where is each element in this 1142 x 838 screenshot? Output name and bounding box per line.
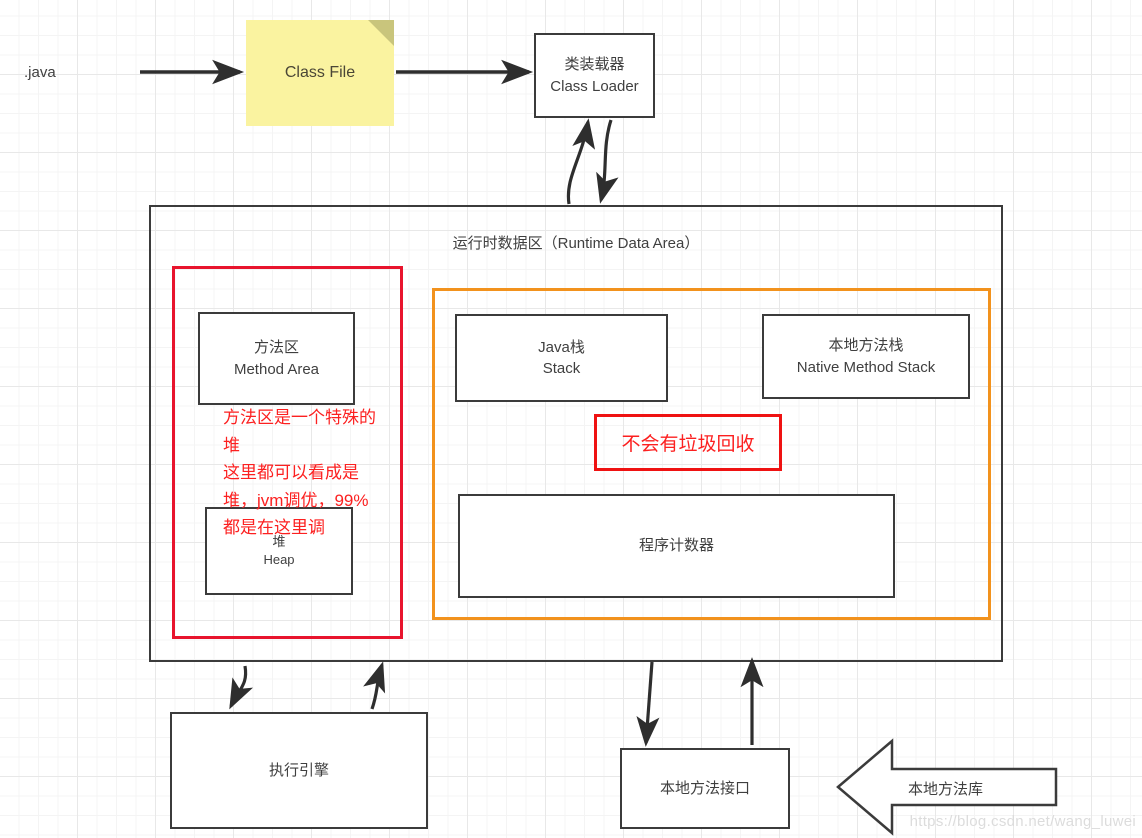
arrow-runtime-to-native-interface — [636, 661, 660, 747]
note-fold-corner-icon — [368, 20, 394, 46]
arrow-runtime-to-class-loader — [566, 118, 596, 205]
native-method-interface-box: 本地方法接口 — [620, 748, 790, 829]
class-loader-label-cn: 类装载器 — [564, 56, 625, 74]
arrow-class-loader-to-runtime — [596, 119, 619, 204]
red-annotation-line-3: 这里都可以看成是 — [223, 463, 359, 483]
class-loader-box: 类装载器 Class Loader — [534, 33, 655, 118]
method-area-box: 方法区 Method Area — [198, 312, 355, 405]
method-area-label-cn: 方法区 — [253, 339, 299, 357]
no-gc-note-label: 不会有垃圾回收 — [621, 434, 755, 455]
native-method-stack-label-cn: 本地方法栈 — [828, 337, 904, 355]
execution-engine-box: 执行引擎 — [170, 712, 428, 829]
native-library-label-cn: 本地方法库 — [908, 781, 984, 798]
program-counter-box: 程序计数器 — [458, 494, 895, 598]
red-annotation-line-2: 堆 — [223, 435, 240, 455]
java-source-label: .java — [24, 64, 56, 81]
class-file-note: Class File — [246, 20, 394, 126]
java-stack-box: Java栈 Stack — [455, 314, 668, 402]
no-gc-red-note: 不会有垃圾回收 — [594, 414, 782, 471]
arrow-runtime-to-execution-engine — [229, 665, 254, 710]
java-stack-label-en: Stack — [542, 360, 581, 377]
method-area-red-annotation: 方法区是一个特殊的 堆 这里都可以看成是 堆，jvm调优，99% 都是在这里调 — [223, 404, 403, 542]
native-method-stack-box: 本地方法栈 Native Method Stack — [762, 314, 970, 399]
execution-engine-label-cn: 执行引擎 — [268, 761, 329, 779]
watermark-text: https://blog.csdn.net/wang_luwei — [909, 813, 1136, 830]
class-file-label: Class File — [284, 63, 356, 81]
program-counter-label-cn: 程序计数器 — [638, 537, 714, 555]
native-method-interface-label-cn: 本地方法接口 — [659, 779, 750, 797]
heap-label-en: Heap — [263, 552, 295, 567]
jvm-architecture-diagram: .java Class File 类装载器 Class Loader 运行时数据… — [0, 0, 1142, 838]
red-annotation-line-4: 堆，jvm调优，99% — [223, 490, 369, 510]
method-area-label-en: Method Area — [233, 360, 320, 378]
red-annotation-line-5: 都是在这里调 — [223, 518, 325, 538]
runtime-data-area-title: 运行时数据区（Runtime Data Area） — [452, 235, 700, 252]
class-loader-label-en: Class Loader — [550, 77, 639, 95]
native-method-stack-label-en: Native Method Stack — [796, 358, 936, 376]
arrow-execution-engine-to-runtime — [363, 661, 386, 710]
java-stack-label-cn: Java栈 — [538, 338, 585, 356]
red-annotation-line-1: 方法区是一个特殊的 — [223, 408, 376, 427]
